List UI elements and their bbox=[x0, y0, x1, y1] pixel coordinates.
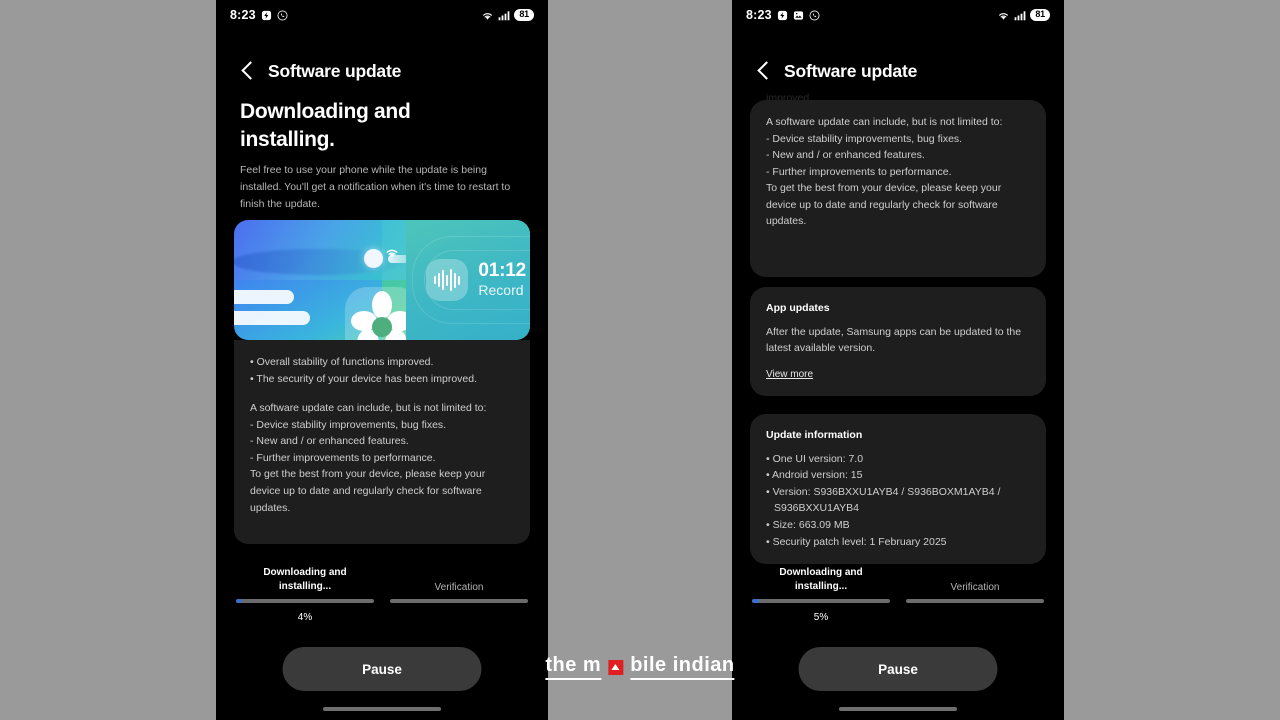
info-item: • One UI version: 7.0 bbox=[766, 452, 864, 465]
note-line-2: • The security of your device has been i… bbox=[250, 372, 478, 385]
recorder-text: 01:12 Record bbox=[478, 260, 526, 299]
image-icon bbox=[793, 10, 804, 21]
progress-area-left: Downloading and installing... 4% Verific… bbox=[216, 560, 548, 720]
progress-track-download bbox=[752, 599, 890, 603]
step-label-verification: Verification bbox=[950, 581, 1000, 593]
banner-recorder-widget: 01:12 Record bbox=[426, 259, 526, 301]
update-banner-image: 100 01:12 Record bbox=[234, 220, 530, 340]
update-information-title: Update information bbox=[766, 429, 863, 441]
info-item: • Android version: 15 bbox=[766, 469, 863, 482]
info-item: • Security patch level: 1 February 2025 bbox=[766, 535, 947, 548]
progress-percent: 4% bbox=[297, 611, 313, 623]
petal-center bbox=[372, 317, 392, 338]
status-bar-right: 8:23 81 bbox=[732, 0, 1064, 30]
release-notes-card-right[interactable]: A software update can include, but is no… bbox=[750, 100, 1046, 277]
banner-pill-2 bbox=[234, 311, 310, 326]
note-line-6: - Further improvements to performance. bbox=[250, 451, 436, 464]
flash-note-icon bbox=[261, 10, 272, 21]
note-line-5: To get the best from your device, please… bbox=[766, 182, 1002, 228]
info-item: • Version: S936BXXU1AYB4 / S936BOXM1AYB4… bbox=[766, 485, 1001, 498]
progress-fill-download bbox=[752, 599, 759, 603]
note-line-1: A software update can include, but is no… bbox=[766, 116, 1003, 128]
progress-steps: Downloading and installing... 4% Verific… bbox=[236, 566, 528, 623]
battery-indicator: 81 bbox=[514, 9, 534, 21]
watermark-part-2: bile indian bbox=[630, 654, 735, 680]
view-more-link[interactable]: View more bbox=[766, 369, 813, 380]
banner-slider-knob bbox=[364, 248, 384, 268]
progress-area-right: Downloading and installing... 5% Verific… bbox=[732, 560, 1064, 720]
status-bar-left-icons: 8:23 bbox=[230, 8, 288, 22]
step-label-verification: Verification bbox=[434, 581, 484, 593]
battery-indicator: 81 bbox=[1030, 9, 1050, 21]
wifi-icon bbox=[997, 10, 1010, 21]
home-indicator[interactable] bbox=[839, 707, 957, 711]
status-bar-left-icons-right: 8:23 bbox=[746, 8, 820, 22]
info-item-continued: S936BXXU1AYB4 bbox=[774, 502, 860, 515]
record-time: 01:12 bbox=[478, 260, 526, 282]
info-item: • Size: 663.09 MB bbox=[766, 519, 850, 531]
screenshot-stage: 8:23 81 Software update Downloading and … bbox=[0, 0, 1280, 720]
progress-track-verification bbox=[906, 599, 1044, 603]
progress-track-verification bbox=[390, 599, 528, 603]
home-indicator[interactable] bbox=[323, 707, 441, 711]
status-time: 8:23 bbox=[746, 8, 772, 22]
record-label: Record bbox=[478, 282, 524, 299]
page-title-header: Software update bbox=[784, 60, 918, 81]
flash-note-icon bbox=[777, 10, 788, 21]
note-line-3: - New and / or enhanced features. bbox=[766, 149, 925, 162]
phone-screen-right: 8:23 81 Software update improved. A soft… bbox=[732, 0, 1064, 720]
pause-button[interactable]: Pause bbox=[282, 647, 482, 691]
progress-step-download: Downloading and installing... 4% bbox=[236, 566, 374, 623]
signal-icon bbox=[498, 10, 510, 21]
progress-track-download bbox=[236, 599, 374, 603]
app-updates-body: After the update, Samsung apps can be up… bbox=[766, 325, 1022, 355]
step-label-download: Downloading and installing... bbox=[779, 567, 863, 592]
banner-pill-1 bbox=[234, 289, 294, 304]
update-information-card: Update information • One UI version: 7.0… bbox=[750, 414, 1046, 565]
header-left: Software update bbox=[216, 52, 548, 90]
whatsapp-icon bbox=[277, 10, 288, 21]
status-bar-left: 8:23 81 bbox=[216, 0, 548, 30]
progress-fill-download bbox=[236, 599, 242, 603]
note-line-3: A software update can include, but is no… bbox=[250, 402, 487, 415]
play-square-icon bbox=[608, 659, 624, 675]
update-information-list: • One UI version: 7.0 • Android version:… bbox=[766, 451, 1030, 550]
banner-wifi-icon bbox=[384, 246, 400, 259]
app-updates-card: App updates After the update, Samsung ap… bbox=[750, 287, 1046, 396]
watermark-part-1: the m bbox=[545, 654, 602, 680]
status-bar-right-icons: 81 bbox=[481, 9, 534, 21]
status-bar-right-icons-right: 81 bbox=[997, 9, 1050, 21]
note-line-2: - Device stability improvements, bug fix… bbox=[766, 132, 963, 145]
note-line-5: - New and / or enhanced features. bbox=[250, 435, 409, 448]
progress-step-download: Downloading and installing... 5% bbox=[752, 566, 890, 623]
header-right: Software update bbox=[732, 52, 1064, 90]
pause-button[interactable]: Pause bbox=[798, 647, 998, 691]
note-line-1: • Overall stability of functions improve… bbox=[250, 356, 434, 368]
page-title-header: Software update bbox=[268, 60, 402, 81]
progress-steps: Downloading and installing... 5% Verific… bbox=[752, 566, 1044, 623]
note-line-4: - Device stability improvements, bug fix… bbox=[250, 418, 447, 431]
progress-percent: 5% bbox=[813, 611, 829, 623]
wifi-icon bbox=[481, 10, 494, 21]
back-button[interactable] bbox=[240, 60, 256, 82]
page-title: Downloading and installing. bbox=[240, 100, 411, 151]
status-time: 8:23 bbox=[230, 8, 256, 22]
whatsapp-icon bbox=[809, 10, 820, 21]
progress-step-verification: Verification bbox=[390, 566, 528, 623]
phone-screen-left: 8:23 81 Software update Downloading and … bbox=[216, 0, 548, 720]
step-label-download: Downloading and installing... bbox=[263, 567, 347, 592]
note-spacer bbox=[250, 387, 514, 400]
voice-wave-icon bbox=[426, 259, 469, 301]
watermark: the m bile indian bbox=[545, 654, 735, 680]
back-button[interactable] bbox=[756, 60, 772, 82]
page-description: Feel free to use your phone while the up… bbox=[240, 164, 511, 210]
note-line-4: - Further improvements to performance. bbox=[766, 165, 952, 178]
note-line-7: To get the best from your device, please… bbox=[250, 468, 486, 514]
signal-icon bbox=[1014, 10, 1026, 21]
app-updates-title: App updates bbox=[766, 302, 830, 314]
release-notes-card-left[interactable]: • Overall stability of functions improve… bbox=[234, 340, 530, 544]
progress-step-verification: Verification bbox=[906, 566, 1044, 623]
